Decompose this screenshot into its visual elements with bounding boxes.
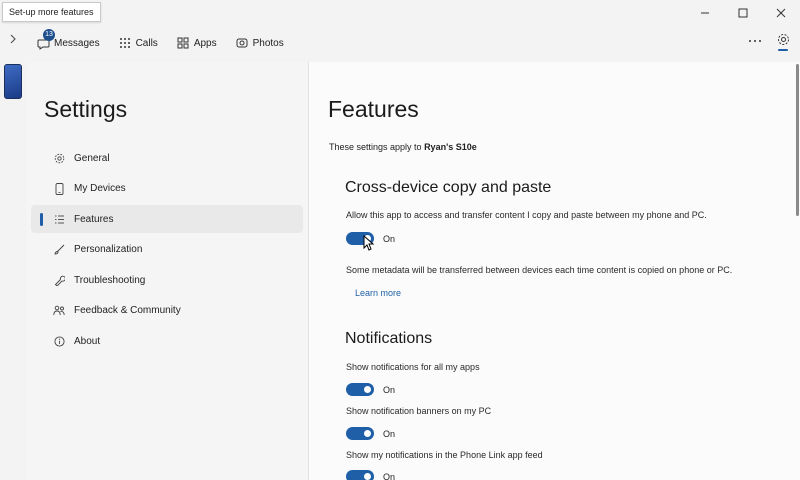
- nav-item-label: Personalization: [74, 244, 143, 256]
- scrollbar[interactable]: [796, 64, 799, 216]
- tooltip: Set-up more features: [2, 2, 101, 22]
- notif-setting-label: Show notification banners on my PC: [346, 406, 492, 416]
- settings-nav-list: General My Devices Features Personalizat…: [31, 144, 303, 358]
- nav-item-features[interactable]: Features: [31, 205, 303, 234]
- page-title: Features: [328, 96, 419, 122]
- window-controls: [686, 0, 800, 26]
- toggle-knob: [364, 386, 371, 393]
- unread-badge: 13: [43, 29, 55, 41]
- minimize-button[interactable]: [686, 0, 724, 26]
- notif-all-apps-toggle[interactable]: [346, 383, 374, 396]
- expand-sidebar-button[interactable]: [6, 33, 20, 47]
- minimize-icon: [701, 12, 709, 14]
- notif-setting-label: Show my notifications in the Phone Link …: [346, 450, 543, 460]
- toggle-knob: [364, 473, 371, 480]
- dialpad-icon: [118, 36, 132, 50]
- learn-more-link[interactable]: Learn more: [355, 288, 401, 298]
- copy-paste-description: Allow this app to access and transfer co…: [346, 210, 707, 220]
- nav-item-label: About: [74, 336, 101, 348]
- more-options-button[interactable]: [746, 35, 764, 49]
- close-button[interactable]: [762, 0, 800, 26]
- applies-to-text: These settings apply to Ryan's S10e: [329, 142, 477, 152]
- brush-icon: [53, 244, 65, 256]
- tab-messages[interactable]: 13 Messages: [36, 29, 100, 53]
- settings-title: Settings: [44, 96, 128, 122]
- tab-label: Calls: [135, 37, 158, 49]
- list-icon: [53, 213, 65, 225]
- main-nav: 13 Messages Calls Apps Photos: [36, 29, 302, 53]
- close-icon: [776, 8, 786, 18]
- gear-icon: [53, 152, 65, 164]
- selected-indicator: [40, 213, 43, 227]
- copy-paste-heading: Cross-device copy and paste: [345, 179, 552, 196]
- tab-label: Messages: [54, 37, 100, 49]
- nav-item-my-devices[interactable]: My Devices: [31, 175, 303, 203]
- mouse-cursor-icon: [363, 235, 375, 251]
- tab-label: Apps: [193, 37, 217, 49]
- nav-item-label: General: [74, 152, 110, 164]
- nav-item-personalization[interactable]: Personalization: [31, 236, 303, 264]
- wrench-icon: [53, 274, 65, 286]
- device-strip: [0, 62, 27, 480]
- info-icon: [53, 336, 65, 348]
- title-bar: Set-up more features 13 Messages Calls A…: [0, 0, 800, 62]
- toggle-state-label: On: [383, 471, 396, 480]
- nav-item-label: Troubleshooting: [74, 274, 146, 286]
- photos-icon: [235, 36, 249, 50]
- notif-banners-row: On: [346, 427, 395, 440]
- apps-icon: [176, 36, 190, 50]
- toggle-state-label: On: [383, 384, 396, 395]
- more-icon: [749, 40, 761, 42]
- notifications-heading: Notifications: [345, 330, 433, 347]
- tab-photos[interactable]: Photos: [235, 33, 284, 53]
- active-indicator: [778, 49, 788, 51]
- tab-apps[interactable]: Apps: [176, 33, 217, 53]
- notif-banners-toggle[interactable]: [346, 427, 374, 440]
- settings-button[interactable]: [775, 33, 791, 51]
- phone-icon: [53, 182, 65, 195]
- gear-icon: [777, 34, 789, 45]
- device-name: Ryan's S10e: [424, 142, 477, 152]
- tab-calls[interactable]: Calls: [118, 33, 158, 53]
- metadata-note: Some metadata will be transferred betwee…: [346, 265, 733, 275]
- phone-thumbnail[interactable]: [4, 64, 22, 99]
- maximize-button[interactable]: [724, 0, 762, 26]
- notif-feed-toggle[interactable]: [346, 470, 374, 480]
- settings-nav-panel: Settings General My Devices Features Per…: [27, 62, 308, 480]
- features-page: Features These settings apply to Ryan's …: [308, 62, 800, 480]
- nav-item-label: My Devices: [74, 183, 126, 195]
- toggle-state-label: On: [383, 428, 396, 439]
- notif-feed-row: On: [346, 470, 395, 480]
- chevron-right-icon: [10, 34, 16, 44]
- nav-item-general[interactable]: General: [31, 144, 303, 172]
- applies-prefix: These settings apply to: [329, 142, 425, 152]
- toggle-knob: [364, 430, 371, 437]
- toggle-state-label: On: [383, 233, 396, 244]
- message-icon: 13: [36, 29, 55, 50]
- nav-item-label: Features: [74, 213, 114, 225]
- nav-item-label: Feedback & Community: [74, 305, 181, 317]
- nav-item-about[interactable]: About: [31, 328, 303, 356]
- people-icon: [53, 305, 65, 317]
- nav-item-feedback[interactable]: Feedback & Community: [31, 297, 303, 325]
- nav-item-troubleshooting[interactable]: Troubleshooting: [31, 266, 303, 294]
- maximize-icon: [738, 8, 748, 18]
- tab-label: Photos: [252, 37, 284, 49]
- notif-setting-label: Show notifications for all my apps: [346, 362, 480, 372]
- notif-all-apps-row: On: [346, 383, 395, 396]
